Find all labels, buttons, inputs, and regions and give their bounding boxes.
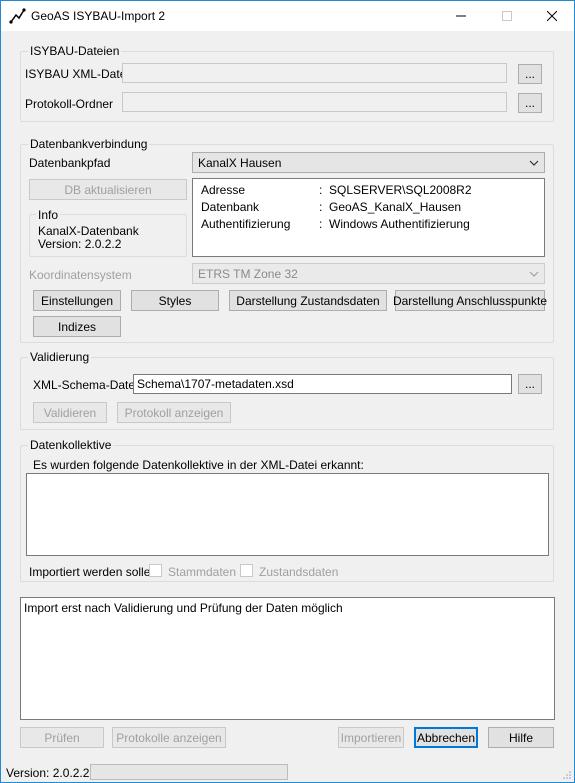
detail-sep-address: : [319,183,323,197]
indices-button[interactable]: Indizes [33,316,121,337]
master-data-checkbox[interactable] [149,564,162,577]
detail-value-address: SQLSERVER\SQL2008R2 [329,183,472,197]
close-icon [547,11,557,21]
state-data-checkbox[interactable] [240,564,253,577]
protocol-folder-field[interactable] [122,92,507,112]
detail-key-address: Adresse [201,183,246,197]
schema-file-field[interactable]: Schema\1707-metadaten.xsd [133,374,512,394]
database-path-select[interactable]: KanalX Hausen [192,152,545,173]
close-button[interactable] [529,1,575,31]
show-protocol-button[interactable]: Protokoll anzeigen [117,402,231,423]
import-selection-label: Importiert werden sollen [29,565,158,579]
validate-button[interactable]: Validieren [33,402,107,423]
state-data-label: Zustandsdaten [259,565,339,579]
check-button[interactable]: Prüfen [20,727,104,748]
isybau-xml-field[interactable] [122,63,507,83]
maximize-icon [502,11,512,21]
db-update-button[interactable]: DB aktualisieren [29,179,187,200]
app-logo-icon [9,8,26,24]
show-protocols-button[interactable]: Protokolle anzeigen [112,727,226,748]
detail-sep-auth: : [319,217,323,231]
schema-file-label: XML-Schema-Datei [33,378,138,392]
collectives-list[interactable] [26,473,549,556]
detail-value-auth: Windows Authentifizierung [329,217,470,231]
info-group-title: Info [36,208,61,222]
status-progress-bar [90,764,288,780]
minimize-button[interactable] [438,1,484,31]
isybau-group-title: ISYBAU-Dateien [28,44,122,58]
chevron-down-icon [529,271,539,277]
detail-value-database: GeoAS_KanalX_Hausen [329,200,462,214]
status-bar: Version: 2.0.2.2 [1,761,574,783]
cancel-button[interactable]: Abbrechen [414,727,478,748]
isybau-xml-label: ISYBAU XML-Datei [25,67,130,81]
minimize-icon [456,15,466,17]
application-window: GeoAS ISYBAU-Import 2 ISYBAU-Dateien ISY… [0,0,575,783]
database-path-label: Datenbankpfad [29,156,111,170]
detail-sep-database: : [319,200,323,214]
database-path-value: KanalX Hausen [198,156,282,170]
crs-label: Koordinatensystem [29,268,132,282]
collectives-found-label: Es wurden folgende Datenkollektive in de… [33,458,364,472]
detail-key-database: Datenbank [201,200,260,214]
protocol-folder-label: Protokoll-Ordner [25,97,114,111]
master-data-label: Stammdaten [168,565,237,579]
crs-value: ETRS TM Zone 32 [198,267,298,281]
collectives-group-title: Datenkollektive [28,438,114,452]
info-db-version: Version: 2.0.2.2 [38,237,122,251]
title-bar: GeoAS ISYBAU-Import 2 [1,1,574,31]
state-display-button[interactable]: Darstellung Zustandsdaten [229,290,387,311]
help-button[interactable]: Hilfe [488,727,554,748]
connection-display-button[interactable]: Darstellung Anschlusspunkte [393,290,547,311]
styles-button[interactable]: Styles [131,290,219,311]
status-version: Version: 2.0.2.2 [6,766,90,780]
window-title: GeoAS ISYBAU-Import 2 [31,9,166,23]
detail-key-auth: Authentifizierung [201,217,291,231]
crs-select[interactable]: ETRS TM Zone 32 [192,263,545,284]
database-group-title: Datenbankverbindung [28,137,150,151]
chevron-down-icon [529,160,539,166]
log-text: Import erst nach Validierung und Prüfung… [24,601,343,615]
validation-group-title: Validierung [28,350,92,364]
browse-xml-button[interactable]: ... [518,64,542,84]
maximize-button[interactable] [484,1,530,31]
browse-schema-button[interactable]: ... [518,374,542,394]
log-textarea[interactable]: Import erst nach Validierung und Prüfung… [20,597,555,720]
import-button[interactable]: Importieren [338,727,404,748]
db-details-panel: Adresse : SQLSERVER\SQL2008R2 Datenbank … [192,178,545,257]
resize-grip-icon[interactable] [562,770,572,780]
info-db-type: KanalX-Datenbank [38,224,139,238]
browse-protocol-button[interactable]: ... [518,93,542,113]
settings-button[interactable]: Einstellungen [33,290,121,311]
